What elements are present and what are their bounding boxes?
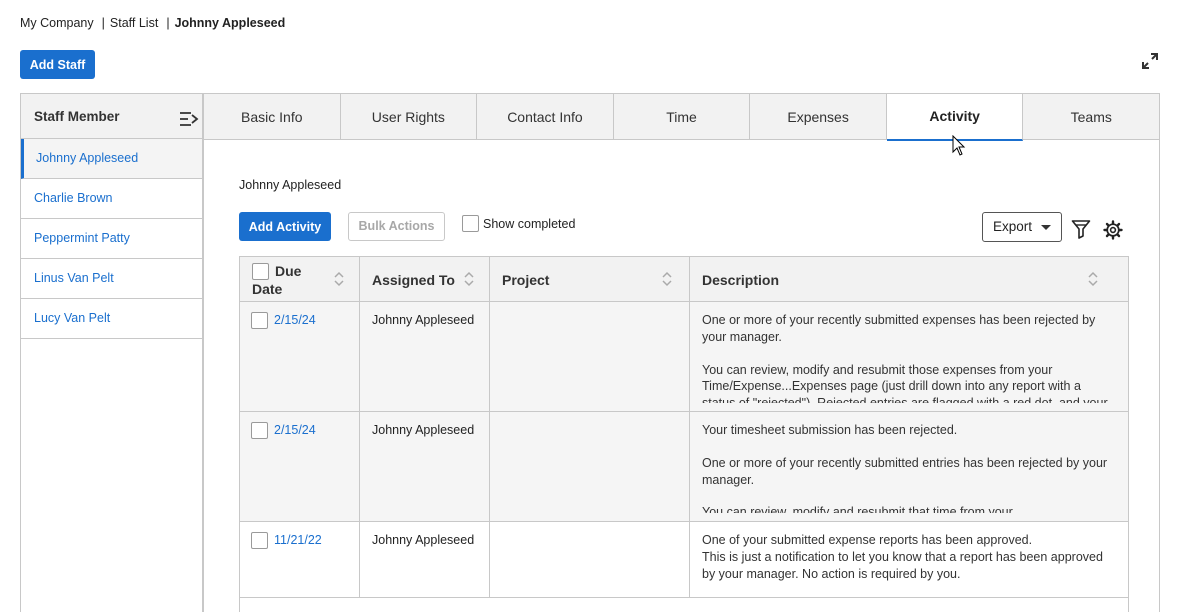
show-completed-toggle[interactable]: Show completed — [462, 215, 575, 232]
breadcrumb-company[interactable]: My Company — [20, 16, 94, 30]
assigned-text: Johnny Appleseed — [372, 313, 475, 327]
assigned-cell: Johnny Appleseed — [360, 412, 490, 521]
column-header-description[interactable]: Description — [690, 257, 1128, 301]
activity-grid: Due Date Assigned To Project Description… — [239, 256, 1129, 612]
row-checkbox[interactable] — [251, 312, 268, 329]
sort-icon[interactable] — [464, 271, 474, 287]
project-cell — [490, 412, 690, 521]
row-checkbox[interactable] — [251, 532, 268, 549]
breadcrumb: My Company | Staff List | Johnny Appleseed — [20, 16, 285, 30]
sidebar-title: Staff Member — [34, 109, 120, 124]
due-date-link[interactable]: 2/15/24 — [274, 313, 316, 327]
description-paragraph: You can review, modify and resubmit that… — [702, 505, 1013, 513]
description-cell: Your timesheet submission has been rejec… — [690, 412, 1128, 521]
filter-icon[interactable] — [1071, 219, 1091, 239]
tab-contact-info[interactable]: Contact Info — [477, 94, 614, 139]
collapse-sidebar-icon[interactable] — [179, 111, 199, 127]
staff-item-peppermint-patty[interactable]: Peppermint Patty — [21, 219, 202, 259]
tab-expenses[interactable]: Expenses — [750, 94, 887, 139]
breadcrumb-separator: | — [101, 16, 105, 30]
staff-sidebar: Staff Member Johnny Appleseed Charlie Br… — [21, 94, 204, 612]
sort-icon[interactable] — [662, 271, 672, 287]
tab-activity[interactable]: Activity — [886, 94, 1024, 141]
due-header-line1: Due — [275, 263, 302, 279]
bulk-actions-button[interactable]: Bulk Actions — [348, 212, 445, 241]
description-cell: One of your submitted expense reports ha… — [690, 522, 1128, 597]
assigned-cell: Johnny Appleseed — [360, 302, 490, 411]
due-date-cell: 2/15/24 — [240, 412, 360, 521]
assigned-header-label: Assigned To — [372, 272, 455, 288]
show-completed-label: Show completed — [483, 216, 576, 231]
tab-teams[interactable]: Teams — [1023, 94, 1159, 139]
caret-down-icon — [1041, 225, 1051, 230]
due-header-line2: Date — [252, 281, 283, 297]
description-line: This is just a notification to let you k… — [702, 549, 1103, 581]
description-text: One of your submitted expense reports ha… — [702, 532, 1114, 582]
description-clip: Your timesheet submission has been rejec… — [690, 412, 1128, 513]
description-paragraph: Your timesheet submission has been rejec… — [702, 423, 958, 437]
project-cell — [490, 522, 690, 597]
add-activity-button[interactable]: Add Activity — [239, 212, 331, 241]
description-text: One or more of your recently submitted e… — [702, 312, 1114, 403]
tab-bar: Basic Info User Rights Contact Info Time… — [204, 94, 1159, 141]
export-label: Export — [993, 219, 1033, 234]
staff-item-lucy-van-pelt[interactable]: Lucy Van Pelt — [21, 299, 202, 339]
description-text: Your timesheet submission has been rejec… — [702, 422, 1114, 513]
assigned-cell: Johnny Appleseed — [360, 522, 490, 597]
table-row: 2/15/24 Johnny Appleseed Your timesheet … — [240, 412, 1128, 522]
tab-basic-info[interactable]: Basic Info — [204, 94, 341, 139]
description-cell: One or more of your recently submitted e… — [690, 302, 1128, 411]
breadcrumb-staff-list[interactable]: Staff List — [110, 16, 158, 30]
grid-header: Due Date Assigned To Project Description — [240, 257, 1128, 302]
table-row: 11/21/22 Johnny Appleseed One of your su… — [240, 522, 1128, 598]
staff-item-charlie-brown[interactable]: Charlie Brown — [21, 179, 202, 219]
staff-item-johnny-appleseed[interactable]: Johnny Appleseed — [21, 139, 202, 179]
add-staff-button[interactable]: Add Staff — [20, 50, 95, 79]
description-clip: One or more of your recently submitted e… — [690, 302, 1128, 403]
assigned-text: Johnny Appleseed — [372, 423, 475, 437]
due-date-link[interactable]: 11/21/22 — [274, 533, 322, 547]
sort-icon[interactable] — [334, 271, 344, 287]
gear-icon[interactable] — [1103, 220, 1123, 240]
table-row: 2/15/24 Johnny Appleseed One or more of … — [240, 302, 1128, 412]
breadcrumb-separator: | — [166, 16, 170, 30]
column-header-due-date[interactable]: Due Date — [240, 257, 360, 301]
description-paragraph: One or more of your recently submitted e… — [702, 455, 1108, 487]
sidebar-header: Staff Member — [21, 94, 202, 139]
description-paragraph: You can review, modify and resubmit thos… — [702, 362, 1108, 403]
expand-icon[interactable] — [1140, 51, 1160, 71]
export-dropdown[interactable]: Export — [982, 212, 1062, 242]
mouse-cursor-icon — [952, 135, 966, 156]
description-header-label: Description — [702, 272, 780, 288]
staff-item-linus-van-pelt[interactable]: Linus Van Pelt — [21, 259, 202, 299]
column-header-assigned-to[interactable]: Assigned To — [360, 257, 490, 301]
row-checkbox[interactable] — [251, 422, 268, 439]
project-header-label: Project — [502, 272, 550, 288]
activity-subject-name: Johnny Appleseed — [239, 178, 342, 192]
show-completed-checkbox[interactable] — [462, 215, 479, 232]
breadcrumb-current: Johnny Appleseed — [174, 16, 286, 30]
due-date-link[interactable]: 2/15/24 — [274, 423, 316, 437]
select-all-checkbox[interactable] — [252, 263, 269, 280]
description-paragraph: One or more of your recently submitted e… — [702, 313, 1096, 344]
due-date-cell: 11/21/22 — [240, 522, 360, 597]
assigned-text: Johnny Appleseed — [372, 533, 475, 547]
description-line: One of your submitted expense reports ha… — [702, 533, 1033, 547]
sort-icon[interactable] — [1088, 271, 1098, 287]
due-date-cell: 2/15/24 — [240, 302, 360, 411]
tab-user-rights[interactable]: User Rights — [341, 94, 478, 139]
tab-time[interactable]: Time — [614, 94, 751, 139]
project-cell — [490, 302, 690, 411]
column-header-project[interactable]: Project — [490, 257, 690, 301]
